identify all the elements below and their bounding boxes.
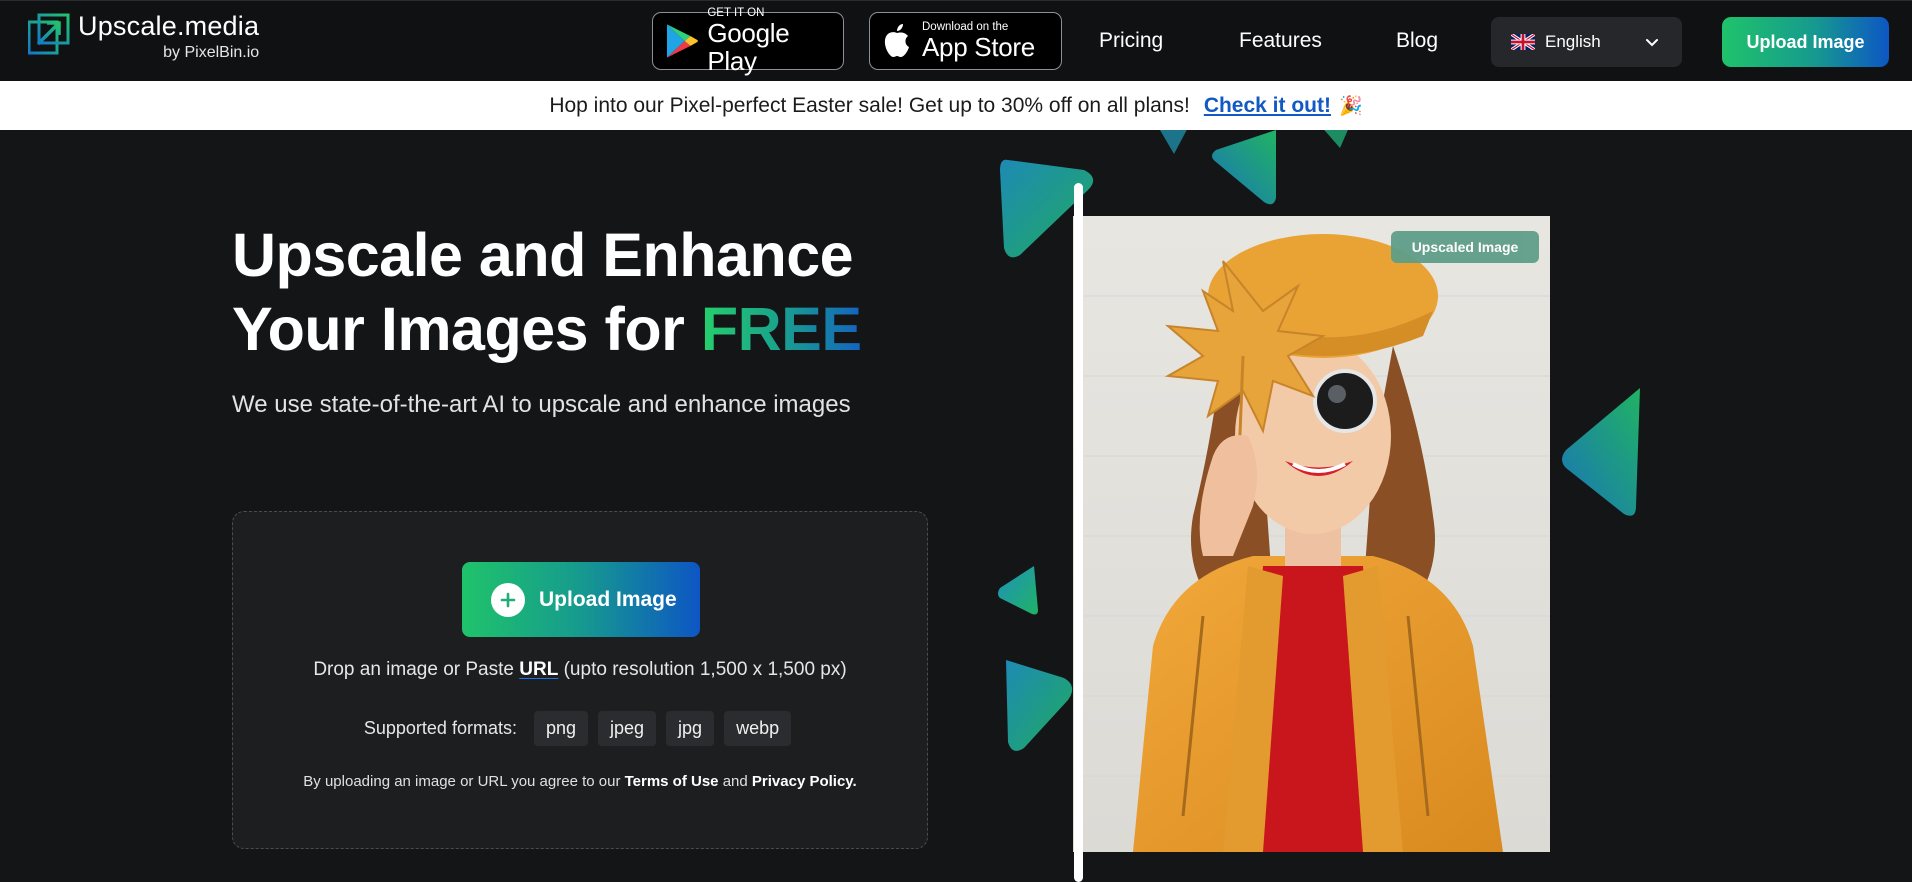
logo-byline: by PixelBin.io [163, 44, 260, 61]
promo-text: Hop into our Pixel-perfect Easter sale! … [549, 93, 1190, 117]
apple-icon [884, 24, 909, 57]
page-subtitle: We use state-of-the-art AI to upscale an… [232, 391, 851, 418]
title-highlight: FREE [700, 295, 862, 363]
terms-of-use-link[interactable]: Terms of Use [625, 773, 719, 790]
drop-suffix: (upto resolution 1,500 x 1,500 px) [558, 659, 847, 680]
title-line-1: Upscale and Enhance [232, 221, 854, 289]
nav-upload-button[interactable]: Upload Image [1722, 17, 1889, 67]
comparison-slider-handle[interactable] [1074, 183, 1083, 882]
app-store-label: App Store [922, 32, 1035, 62]
app-store-button[interactable]: Download on the App Store [869, 12, 1062, 70]
nav-link-pricing[interactable]: Pricing [1099, 29, 1163, 53]
formats-label: Supported formats: [363, 718, 517, 738]
top-navbar: Upscale.media by PixelBin.io GET IT ON G… [0, 0, 1912, 81]
drop-prefix: Drop an image or Paste [313, 659, 520, 680]
upscaled-image-badge: Upscaled Image [1391, 231, 1539, 263]
terms-notice: By uploading an image or URL you agree t… [233, 773, 927, 790]
format-chip-jpeg: jpeg [598, 711, 657, 746]
format-chip-png: png [533, 711, 589, 746]
showcase-area [960, 130, 1668, 882]
page-title: Upscale and Enhance Your Images for FREE [232, 218, 862, 366]
plus-icon [491, 582, 525, 617]
chevron-down-icon [1646, 39, 1658, 47]
supported-formats: Supported formats: png jpeg jpg webp [233, 711, 927, 746]
upload-dropzone[interactable]: Upload Image Drop an image or Paste URL … [232, 511, 928, 849]
nav-link-blog[interactable]: Blog [1396, 29, 1438, 53]
language-label: English [1545, 32, 1601, 51]
uk-flag-icon [1511, 34, 1535, 50]
privacy-policy-link[interactable]: Privacy Policy. [752, 773, 857, 790]
google-play-icon [666, 24, 698, 58]
upload-image-button[interactable]: Upload Image [462, 562, 700, 637]
terms-prefix: By uploading an image or URL you agree t… [303, 773, 625, 790]
upload-image-label: Upload Image [539, 587, 677, 611]
party-popper-icon: 🎉 [1338, 95, 1363, 117]
terms-and: and [718, 773, 752, 790]
upscaled-photo [1073, 216, 1550, 852]
title-line-2: Your Images for [232, 295, 701, 363]
logo[interactable]: Upscale.media by PixelBin.io [28, 11, 259, 62]
google-play-button[interactable]: GET IT ON Google Play [652, 7, 844, 75]
format-chip-jpg: jpg [666, 711, 715, 746]
promo-link[interactable]: Check it out! [1204, 94, 1331, 118]
paste-url-link[interactable]: URL [519, 659, 558, 680]
google-play-label: Google Play [707, 18, 790, 76]
logo-icon [28, 13, 70, 55]
logo-name: Upscale.media [78, 11, 260, 41]
promo-banner: Hop into our Pixel-perfect Easter sale! … [0, 81, 1912, 130]
language-selector[interactable]: English [1491, 17, 1682, 67]
drop-instructions: Drop an image or Paste URL (upto resolut… [233, 659, 927, 681]
woman-with-leaf-image [1073, 216, 1550, 852]
nav-link-features[interactable]: Features [1239, 29, 1322, 53]
format-chip-webp: webp [724, 711, 792, 746]
